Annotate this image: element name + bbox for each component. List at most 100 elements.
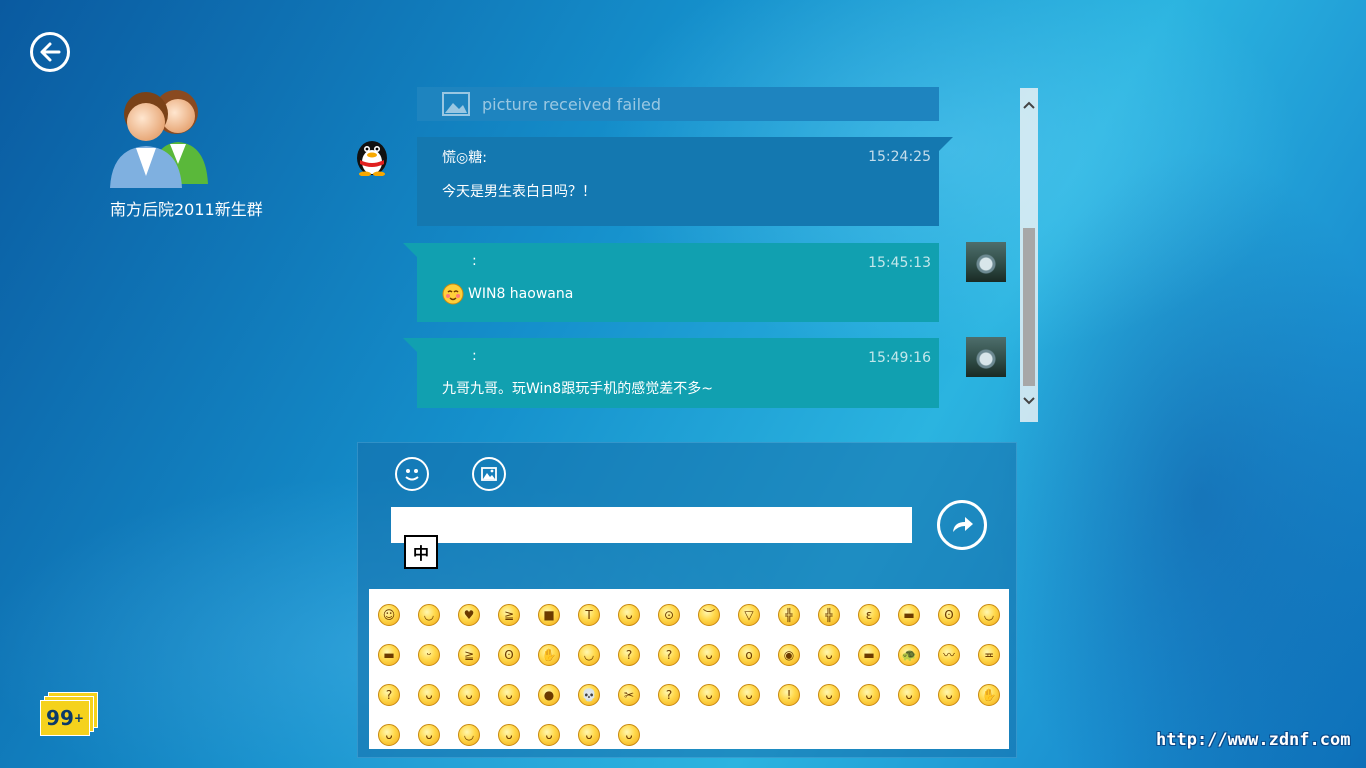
- emoji-face-icon: ▬: [378, 644, 400, 666]
- emoji-item-icon[interactable]: ᴗ: [689, 635, 729, 675]
- emoji-item-icon[interactable]: ᴗ: [609, 595, 649, 635]
- emoji-item-icon[interactable]: ?: [369, 675, 409, 715]
- emoji-face-icon: ᴗ: [698, 644, 720, 666]
- scroll-thumb[interactable]: [1023, 228, 1035, 386]
- emoji-item-icon[interactable]: !: [769, 675, 809, 715]
- emoji-item-icon[interactable]: ≧: [449, 635, 489, 675]
- emoji-face-icon: ▬: [898, 604, 920, 626]
- emoji-item-icon[interactable]: ╬: [809, 595, 849, 635]
- emoji-item-icon[interactable]: ♥: [449, 595, 489, 635]
- image-picker-icon[interactable]: [472, 457, 506, 491]
- message-bubble-incoming[interactable]: 慌◎糖: 15:24:25 今天是男生表白日吗？！: [417, 137, 939, 226]
- qq-penguin-avatar-icon[interactable]: [354, 136, 390, 176]
- emoji-face-icon: !: [778, 684, 800, 706]
- emoji-item-icon[interactable]: ╬: [769, 595, 809, 635]
- scroll-down-chevron-icon[interactable]: [1020, 392, 1038, 410]
- failed-message-text: picture received failed: [482, 94, 662, 114]
- message-bubble-outgoing[interactable]: : 15:45:13 WIN8 haowana: [417, 243, 939, 322]
- emoji-face-icon: ᴗ: [938, 684, 960, 706]
- watermark: http://www.zdnf.com: [1156, 730, 1351, 750]
- emoji-item-icon[interactable]: ᴗ: [609, 715, 649, 755]
- emoji-item-icon[interactable]: ᴗ: [449, 675, 489, 715]
- user-avatar[interactable]: [966, 242, 1006, 282]
- message-time: 15:45:13: [868, 255, 931, 271]
- emoji-item-icon[interactable]: ε: [849, 595, 889, 635]
- emoji-face-icon: ʘ: [498, 644, 520, 666]
- emoji-face-icon: ᴗ: [618, 724, 640, 746]
- emoji-face-icon: ᴗ: [458, 684, 480, 706]
- message-text: 今天是男生表白日吗？！: [442, 184, 596, 200]
- message-sender: :: [472, 253, 477, 269]
- emoji-face-icon: 💀: [578, 684, 600, 706]
- emoji-item-icon[interactable]: ᴗ: [849, 675, 889, 715]
- emoji-face-icon: ᴗ: [698, 684, 720, 706]
- emoji-item-icon[interactable]: ■: [529, 595, 569, 635]
- emoji-picker-icon[interactable]: [395, 457, 429, 491]
- emoji-face-icon: ◉: [778, 644, 800, 666]
- emoji-item-icon[interactable]: ◡: [409, 595, 449, 635]
- emoji-item-icon[interactable]: ʘ: [929, 595, 969, 635]
- emoji-item-icon[interactable]: ◡: [969, 595, 1009, 635]
- emoji-item-icon[interactable]: 🐢: [889, 635, 929, 675]
- emoji-item-icon[interactable]: ▽: [729, 595, 769, 635]
- emoji-face-icon: ✂: [618, 684, 640, 706]
- emoji-item-icon[interactable]: ᴗ: [369, 715, 409, 755]
- emoji-item-icon[interactable]: ᴗ: [809, 635, 849, 675]
- emoji-item-icon[interactable]: ᴗ: [409, 715, 449, 755]
- bubble-tail: [403, 243, 417, 257]
- emoji-item-icon[interactable]: 〰: [929, 635, 969, 675]
- emoji-item-icon[interactable]: ≧: [489, 595, 529, 635]
- emoji-item-icon[interactable]: ▬: [889, 595, 929, 635]
- emoji-item-icon[interactable]: ≖: [969, 635, 1009, 675]
- ime-indicator[interactable]: 中: [404, 535, 438, 569]
- emoji-item-icon[interactable]: ✋: [529, 635, 569, 675]
- emoji-item-icon[interactable]: ◡: [569, 635, 609, 675]
- emoji-item-icon[interactable]: ◉: [769, 635, 809, 675]
- emoji-item-icon[interactable]: ◡: [449, 715, 489, 755]
- emoji-item-icon[interactable]: ᵕ: [409, 635, 449, 675]
- emoji-item-icon[interactable]: ⊙: [649, 595, 689, 635]
- emoji-face-icon: ᴗ: [898, 684, 920, 706]
- emoji-item-icon[interactable]: ᴗ: [489, 675, 529, 715]
- bubble-tail: [403, 338, 417, 352]
- emoji-face-icon: ᴗ: [858, 684, 880, 706]
- emoji-item-icon[interactable]: ᴗ: [809, 675, 849, 715]
- emoji-face-icon: ♥: [458, 604, 480, 626]
- emoji-item-icon[interactable]: ᴗ: [409, 675, 449, 715]
- emoji-item-icon[interactable]: ▬: [369, 635, 409, 675]
- notification-badge[interactable]: 99 +: [40, 692, 98, 736]
- emoji-face-icon: ᴗ: [538, 724, 560, 746]
- chat-scrollbar[interactable]: [1020, 88, 1038, 422]
- emoji-face-icon: 〰: [938, 644, 960, 666]
- emoji-row: ▬ ᵕ ≧ ʘ ✋ ◡?? ᴗ o ◉ ᴗ ▬ 🐢 〰 ≖: [369, 635, 1009, 675]
- emoji-item-icon[interactable]: ᴗ: [929, 675, 969, 715]
- emoji-item-icon[interactable]: ▬: [849, 635, 889, 675]
- message-input[interactable]: [391, 507, 912, 543]
- emoji-item-icon[interactable]: ᴗ: [729, 675, 769, 715]
- emoji-item-icon[interactable]: ʘ: [489, 635, 529, 675]
- user-avatar[interactable]: [966, 337, 1006, 377]
- scroll-up-chevron-icon[interactable]: [1020, 96, 1038, 114]
- back-button[interactable]: [30, 32, 70, 72]
- emoji-item-icon[interactable]: ᴗ: [889, 675, 929, 715]
- emoji-item-icon[interactable]: ᴗ: [689, 675, 729, 715]
- emoji-item-icon[interactable]: ᴗ: [529, 715, 569, 755]
- chat-history[interactable]: picture received failed 慌◎糖: 15:24:25 今天…: [350, 84, 1020, 424]
- emoji-item-icon[interactable]: ✂: [609, 675, 649, 715]
- message-sender: :: [472, 348, 477, 364]
- emoji-item-icon[interactable]: 💀: [569, 675, 609, 715]
- emoji-item-icon[interactable]: ●: [529, 675, 569, 715]
- message-bubble-outgoing[interactable]: : 15:49:16 九哥九哥。玩Win8跟玩手机的感觉差不多~: [417, 338, 939, 408]
- emoji-item-icon[interactable]: T: [569, 595, 609, 635]
- emoji-item-icon[interactable]: ᴗ: [569, 715, 609, 755]
- emoji-item-icon[interactable]: ☺: [369, 595, 409, 635]
- emoji-item-icon[interactable]: o: [729, 635, 769, 675]
- emoji-item-icon[interactable]: ?: [649, 675, 689, 715]
- emoji-item-icon[interactable]: ᴗ: [489, 715, 529, 755]
- emoji-face-icon: ᴗ: [578, 724, 600, 746]
- emoji-item-icon[interactable]: ︶: [689, 595, 729, 635]
- send-button[interactable]: [937, 500, 987, 550]
- emoji-item-icon[interactable]: ?: [649, 635, 689, 675]
- emoji-item-icon[interactable]: ?: [609, 635, 649, 675]
- emoji-item-icon[interactable]: ✋: [969, 675, 1009, 715]
